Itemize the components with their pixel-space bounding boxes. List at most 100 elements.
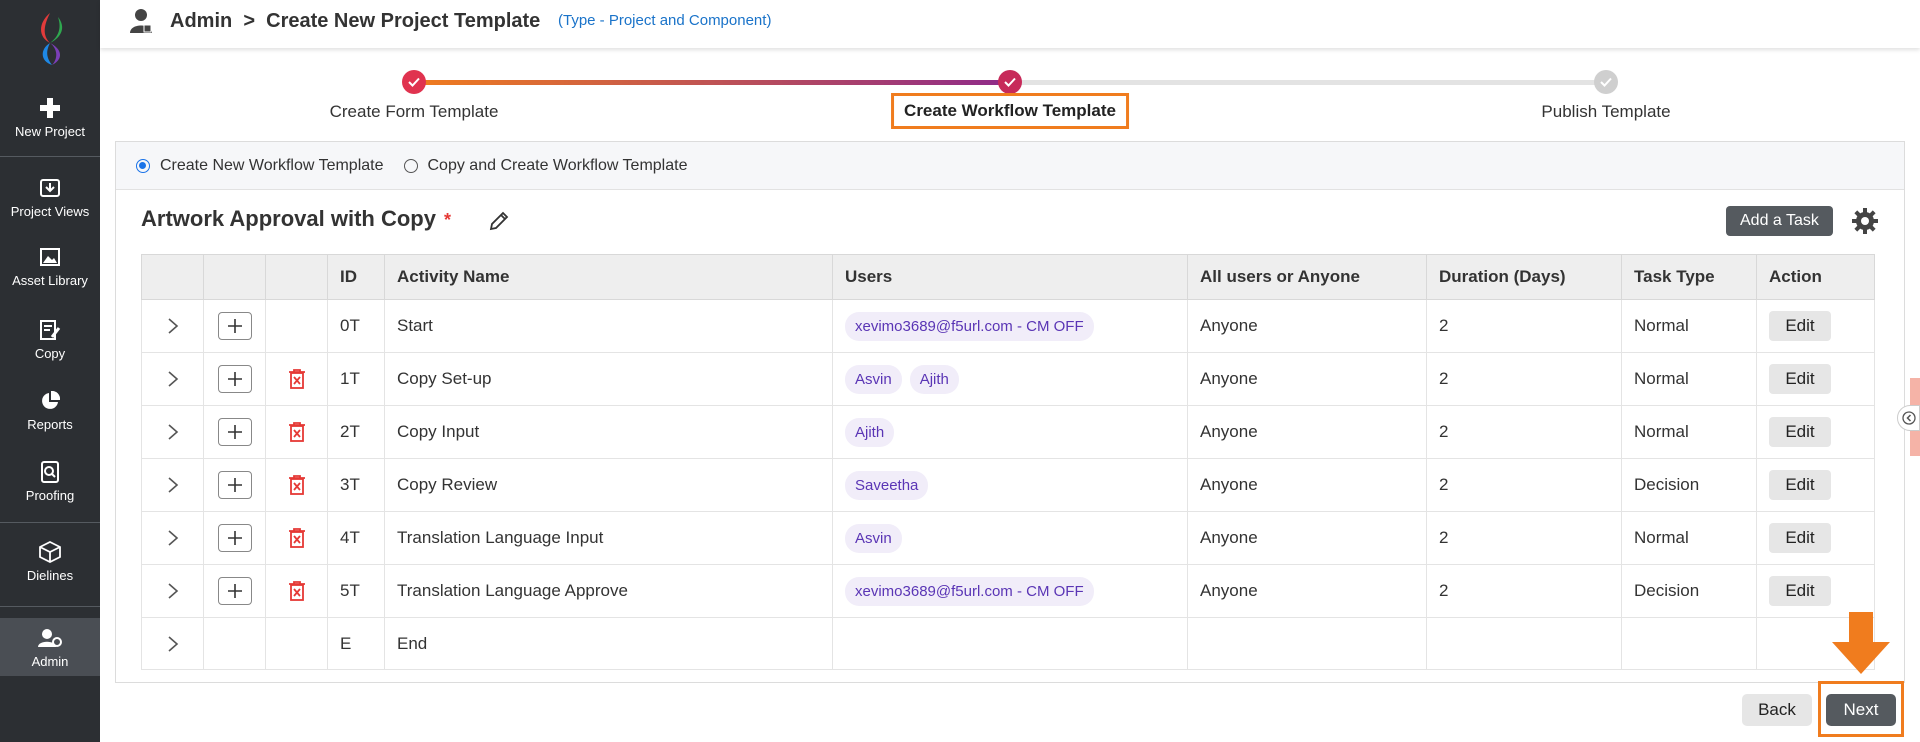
edit-task-button[interactable]: Edit <box>1769 523 1831 553</box>
page-header: Admin > Create New Project Template (Typ… <box>100 0 1920 48</box>
delete-task-button[interactable] <box>278 580 315 602</box>
add-subtask-button[interactable] <box>217 471 252 499</box>
edit-task-button[interactable]: Edit <box>1769 470 1831 500</box>
next-button[interactable]: Next <box>1826 694 1896 726</box>
step-progress-line <box>414 80 1010 85</box>
back-button[interactable]: Back <box>1742 694 1812 726</box>
chevron-right-icon[interactable] <box>154 476 191 494</box>
user-chip[interactable]: Ajith <box>909 364 959 394</box>
collapse-panel-button[interactable] <box>1897 405 1920 431</box>
chevron-right-icon[interactable] <box>154 370 191 388</box>
edit-task-button[interactable]: Edit <box>1769 364 1831 394</box>
step-publish-template[interactable]: Publish Template <box>1541 102 1670 122</box>
activity-name: Copy Input <box>384 405 833 459</box>
expand-cell <box>141 299 204 353</box>
chevron-right-icon[interactable] <box>154 582 191 600</box>
add-cell <box>203 405 266 459</box>
nav-proofing[interactable]: Proofing <box>0 460 100 503</box>
chevron-right-icon[interactable] <box>154 423 191 441</box>
option-copy-create[interactable]: Copy and Create Workflow Template <box>403 157 687 175</box>
radio-selected-icon[interactable] <box>136 158 150 173</box>
delete-task-button[interactable] <box>278 527 315 549</box>
task-id: 2T <box>327 405 385 459</box>
edit-task-button[interactable]: Edit <box>1769 417 1831 447</box>
delete-cell <box>265 352 328 406</box>
box-icon <box>38 540 62 564</box>
add-task-button[interactable]: Add a Task <box>1726 206 1833 236</box>
nav-copy[interactable]: Copy <box>0 318 100 361</box>
nav-admin[interactable]: Admin <box>0 618 100 676</box>
add-subtask-button[interactable] <box>217 577 252 605</box>
add-subtask-button[interactable] <box>217 312 252 340</box>
task-type: Decision <box>1621 458 1757 512</box>
user-chip[interactable]: Asvin <box>845 364 902 394</box>
plus-icon <box>227 478 242 492</box>
chevron-right-icon[interactable] <box>154 317 191 335</box>
template-name: Artwork Approval with Copy <box>141 206 436 231</box>
expand-cell <box>141 511 204 565</box>
workflow-panel: Create New Workflow Template Copy and Cr… <box>115 141 1905 683</box>
task-id: 5T <box>327 564 385 618</box>
step-create-form-template[interactable]: Create Form Template <box>330 102 499 122</box>
radio-unselected-icon[interactable] <box>403 158 418 173</box>
col-users: Users <box>832 254 1188 300</box>
user-chip[interactable]: Ajith <box>845 417 895 447</box>
edit-task-button[interactable]: Edit <box>1769 311 1831 341</box>
add-subtask-button[interactable] <box>217 418 252 446</box>
table-row: 3T Copy Review Saveetha Anyone 2 Decision Edit <box>141 458 1875 512</box>
step-create-workflow-template[interactable]: Create Workflow Template <box>891 93 1129 129</box>
gear-icon[interactable] <box>1851 207 1879 235</box>
add-cell <box>203 458 266 512</box>
activity-name: End <box>384 617 833 670</box>
nav-dielines[interactable]: Dielines <box>0 540 100 583</box>
nav-asset-library[interactable]: Asset Library <box>0 245 100 288</box>
option-create-new[interactable]: Create New Workflow Template <box>136 157 384 175</box>
action-cell: Edit <box>1756 458 1875 512</box>
magnify-document-icon <box>38 460 62 484</box>
image-icon <box>38 245 62 269</box>
users-cell <box>832 617 1188 670</box>
nav-label: Project Views <box>10 204 90 219</box>
app-logo[interactable] <box>0 0 100 78</box>
duration-days: 2 <box>1426 405 1622 459</box>
add-subtask-button[interactable] <box>217 524 252 552</box>
nav-reports[interactable]: Reports <box>0 389 100 432</box>
chevron-right-icon[interactable] <box>154 635 191 653</box>
task-id: 4T <box>327 511 385 565</box>
activity-name: Start <box>384 299 833 353</box>
delete-cell <box>265 458 328 512</box>
user-chip[interactable]: Asvin <box>845 523 902 553</box>
pencil-icon[interactable] <box>488 210 510 232</box>
table-header-row: ID Activity Name Users All users or Anyo… <box>141 254 1875 300</box>
add-cell <box>203 299 266 353</box>
table-row: 0T Start xevimo3689@f5url.com - CM OFF Anyo… <box>141 299 1875 353</box>
add-cell <box>203 511 266 565</box>
col-expand <box>141 254 204 300</box>
delete-task-button[interactable] <box>278 421 315 443</box>
plus-icon <box>227 319 242 333</box>
nav-project-views[interactable]: Project Views <box>0 176 100 219</box>
download-box-icon <box>38 176 62 200</box>
task-id: 3T <box>327 458 385 512</box>
edit-task-button[interactable]: Edit <box>1769 576 1831 606</box>
trash-icon <box>288 369 305 389</box>
task-type: Normal <box>1621 352 1757 406</box>
user-chip[interactable]: Saveetha <box>845 470 929 500</box>
plus-icon <box>227 531 242 545</box>
chevron-right-icon[interactable] <box>154 529 191 547</box>
delete-task-button[interactable] <box>278 474 315 496</box>
action-cell: Edit <box>1756 564 1875 618</box>
user-chip[interactable]: xevimo3689@f5url.com - CM OFF <box>845 311 1094 341</box>
nav-new-project[interactable]: New Project <box>0 96 100 139</box>
duration-days: 2 <box>1426 352 1622 406</box>
col-add <box>203 254 266 300</box>
add-subtask-button[interactable] <box>217 365 252 393</box>
step-done-icon <box>402 70 426 94</box>
user-chip[interactable]: xevimo3689@f5url.com - CM OFF <box>845 576 1094 606</box>
action-cell: Edit <box>1756 299 1875 353</box>
nav-divider <box>0 606 100 607</box>
activity-name: Copy Review <box>384 458 833 512</box>
add-cell <box>203 564 266 618</box>
duration-days <box>1426 617 1622 670</box>
delete-task-button[interactable] <box>278 368 315 390</box>
